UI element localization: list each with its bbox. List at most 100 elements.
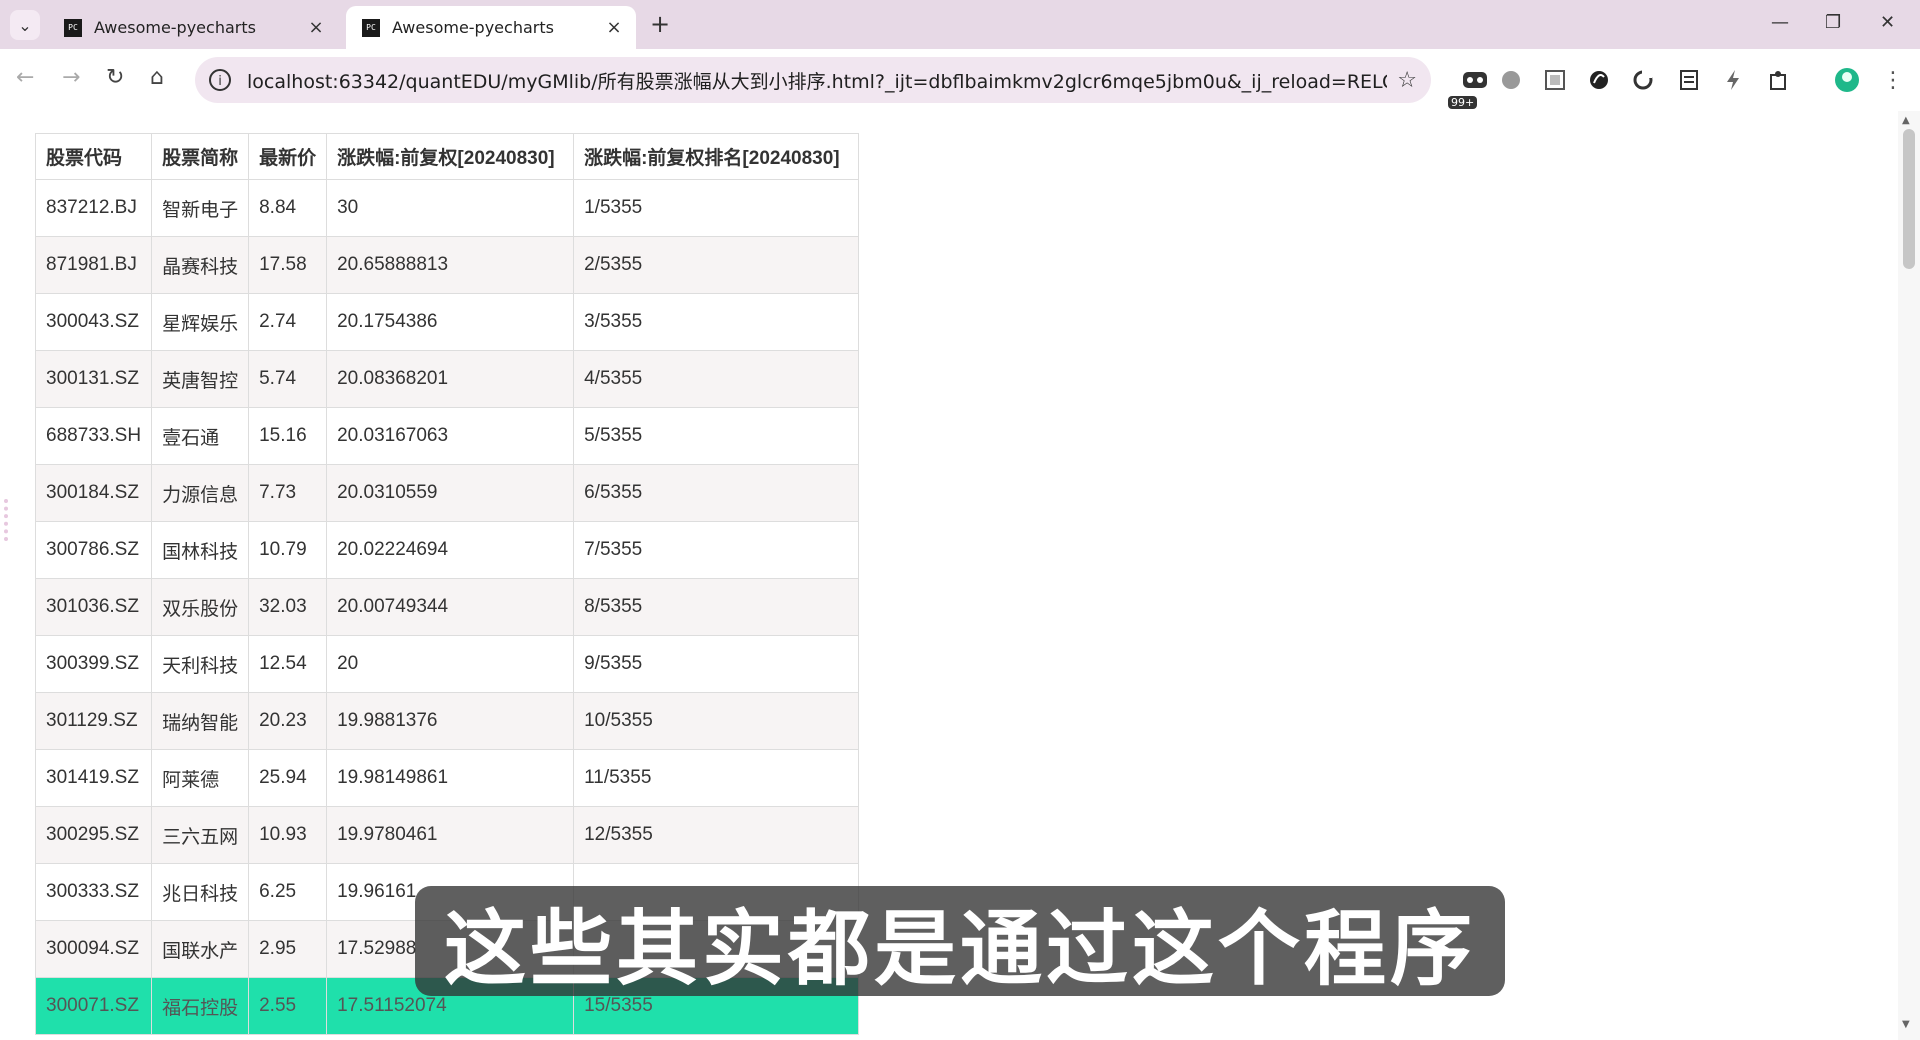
cell-rank: 3/5355 [573,293,860,351]
scroll-thumb[interactable] [1903,129,1915,269]
profile-avatar[interactable] [1834,67,1860,93]
cell-change: 19.9780461 [326,806,575,864]
cell-name: 智新电子 [151,179,250,237]
tab-close-icon[interactable]: × [604,17,624,38]
extension-game-icon[interactable] [1462,67,1488,93]
cell-name: 三六五网 [151,806,250,864]
home-button[interactable]: ⌂ [150,65,164,90]
reload-button[interactable]: ↻ [106,65,124,90]
table-row: 301419.SZ 阿莱德 25.94 19.98149861 11/5355 [34,749,860,807]
url-text[interactable]: localhost:63342/quantEDU/myGMlib/所有股票涨幅从… [247,67,1387,94]
cell-name: 阿莱德 [151,749,250,807]
cell-code: 300184.SZ [34,464,153,522]
cell-rank: 8/5355 [573,578,860,636]
table-row: 871981.BJ 晶赛科技 17.58 20.65888813 2/5355 [34,236,860,294]
extension-grid-icon[interactable] [1542,67,1568,93]
table-row: 300184.SZ 力源信息 7.73 20.0310559 6/5355 [34,464,860,522]
cell-code: 688733.SH [34,407,153,465]
cell-code: 871981.BJ [34,236,153,294]
address-bar[interactable]: i localhost:63342/quantEDU/myGMlib/所有股票涨… [195,57,1431,103]
cell-code: 300295.SZ [34,806,153,864]
extension-badge-count: 99+ [1448,96,1478,109]
cell-price: 2.74 [248,293,328,351]
cell-price: 17.58 [248,236,328,294]
cell-name: 壹石通 [151,407,250,465]
cell-change: 30 [326,179,575,237]
cell-name: 国林科技 [151,521,250,579]
cell-price: 5.74 [248,350,328,408]
window-close-button[interactable]: ✕ [1880,12,1895,33]
cell-name: 星辉娱乐 [151,293,250,351]
cell-change: 20.65888813 [326,236,575,294]
extension-swirl-icon[interactable] [1586,67,1612,93]
site-info-icon[interactable]: i [209,69,231,91]
cell-code: 300333.SZ [34,863,153,921]
column-header-rank: 涨跌幅:前复权排名[20240830] [573,133,860,180]
table-row: 301036.SZ 双乐股份 32.03 20.00749344 8/5355 [34,578,860,636]
cell-rank: 7/5355 [573,521,860,579]
menu-more-icon[interactable]: ⋮ [1880,67,1906,93]
cell-price: 2.95 [248,920,328,978]
forward-button[interactable]: → [62,65,80,90]
table-row: 300399.SZ 天利科技 12.54 20 9/5355 [34,635,860,693]
cell-change: 19.98149861 [326,749,575,807]
cell-rank: 1/5355 [573,179,860,237]
vertical-scrollbar[interactable]: ▲ ▼ [1898,111,1920,1040]
browser-tab[interactable]: PC Awesome-pyecharts × [48,6,338,49]
cell-code: 300043.SZ [34,293,153,351]
extension-refresh-icon[interactable] [1630,67,1656,93]
cell-rank: 4/5355 [573,350,860,408]
cell-price: 12.54 [248,635,328,693]
extension-bolt-icon[interactable] [1720,67,1746,93]
tab-title: Awesome-pyecharts [392,18,554,37]
cell-name: 瑞纳智能 [151,692,250,750]
cell-change: 20.0310559 [326,464,575,522]
extensions-puzzle-icon[interactable] [1766,67,1792,93]
column-header-price: 最新价 [248,133,328,180]
pycharm-icon: PC [362,18,380,37]
tab-search-icon[interactable]: ⌄ [10,10,40,40]
back-button[interactable]: ← [16,65,34,90]
cell-name: 双乐股份 [151,578,250,636]
cell-change: 20.03167063 [326,407,575,465]
new-tab-button[interactable]: + [650,10,670,38]
extension-dots-icon[interactable] [1498,67,1524,93]
table-row: 837212.BJ 智新电子 8.84 30 1/5355 [34,179,860,237]
restore-button[interactable]: ❐ [1825,12,1841,33]
bookmark-star-icon[interactable]: ☆ [1397,68,1417,93]
cell-change: 20 [326,635,575,693]
cell-name: 兆日科技 [151,863,250,921]
cell-rank: 9/5355 [573,635,860,693]
minimize-button[interactable]: — [1771,12,1789,33]
cell-code: 300399.SZ [34,635,153,693]
cell-code: 300071.SZ [34,977,153,1035]
cell-rank: 10/5355 [573,692,860,750]
scroll-up-arrow-icon[interactable]: ▲ [1902,115,1910,126]
window-edge-marks [4,499,14,541]
cell-code: 300131.SZ [34,350,153,408]
table-row: 300295.SZ 三六五网 10.93 19.9780461 12/5355 [34,806,860,864]
pycharm-icon: PC [64,18,82,37]
extension-document-icon[interactable] [1676,67,1702,93]
cell-price: 8.84 [248,179,328,237]
cell-code: 300094.SZ [34,920,153,978]
cell-change: 20.08368201 [326,350,575,408]
video-subtitle: 这些其实都是通过这个程序 [415,886,1505,997]
table-header-row: 股票代码 股票简称 最新价 涨跌幅:前复权[20240830] 涨跌幅:前复权排… [34,133,860,180]
cell-price: 10.93 [248,806,328,864]
browser-tab-active[interactable]: PC Awesome-pyecharts × [346,6,636,49]
cell-name: 天利科技 [151,635,250,693]
table-row: 300786.SZ 国林科技 10.79 20.02224694 7/5355 [34,521,860,579]
cell-code: 837212.BJ [34,179,153,237]
scroll-down-arrow-icon[interactable]: ▼ [1902,1019,1910,1030]
table-row: 300131.SZ 英唐智控 5.74 20.08368201 4/5355 [34,350,860,408]
cell-price: 20.23 [248,692,328,750]
cell-name: 晶赛科技 [151,236,250,294]
tab-close-icon[interactable]: × [306,17,326,38]
cell-code: 301036.SZ [34,578,153,636]
cell-change: 20.02224694 [326,521,575,579]
cell-price: 15.16 [248,407,328,465]
cell-price: 7.73 [248,464,328,522]
cell-rank: 6/5355 [573,464,860,522]
cell-price: 10.79 [248,521,328,579]
